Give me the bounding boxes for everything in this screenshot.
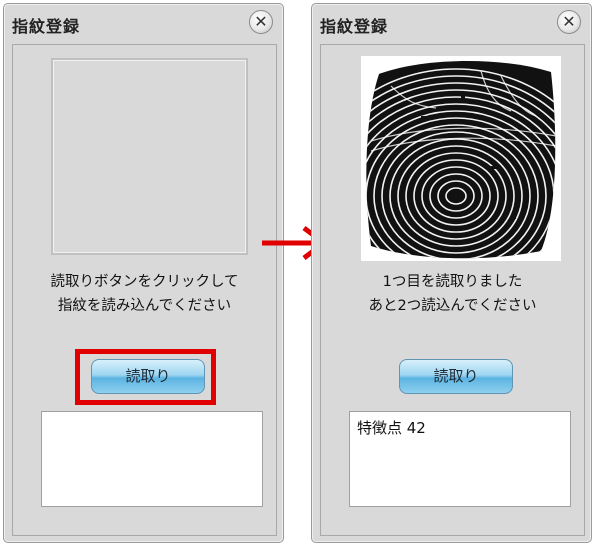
dialog-body: 1つ目を読取りました あと2つ読込んでください 読取り 特徴点 42 xyxy=(320,44,585,536)
feature-points-text: 特徴点 42 xyxy=(357,419,426,437)
fingerprint-dialog-before: 指紋登録 ✕ 読取りボタンをクリックして 指紋を読み込んでください 読取り xyxy=(3,3,284,543)
close-icon: ✕ xyxy=(254,12,268,31)
message-line-1: 読取りボタンをクリックして xyxy=(50,274,239,290)
message-line-2: あと2つ読込んでください xyxy=(368,298,537,314)
fingerprint-image xyxy=(361,56,561,261)
title-bar: 指紋登録 ✕ xyxy=(312,4,591,42)
instruction-message: 読取りボタンをクリックして 指紋を読み込んでください xyxy=(13,270,276,318)
fingerprint-icon xyxy=(366,60,556,259)
dialog-title: 指紋登録 xyxy=(320,17,389,36)
fingerprint-image-placeholder xyxy=(51,58,248,255)
message-line-2: 指紋を読み込んでください xyxy=(57,298,232,314)
close-button[interactable]: ✕ xyxy=(557,10,581,34)
fingerprint-dialog-after: 指紋登録 ✕ 1つ目を読取りました あと2つ読込んでください 読取り 特徴点 4… xyxy=(311,3,592,543)
read-button[interactable]: 読取り xyxy=(91,359,205,394)
read-button[interactable]: 読取り xyxy=(399,359,513,394)
status-message: 1つ目を読取りました あと2つ読込んでください xyxy=(321,270,584,318)
result-box: 特徴点 42 xyxy=(349,411,571,507)
dialog-body: 読取りボタンをクリックして 指紋を読み込んでください 読取り xyxy=(12,44,277,536)
result-box xyxy=(41,411,263,507)
close-button[interactable]: ✕ xyxy=(249,10,273,34)
close-icon: ✕ xyxy=(562,12,576,31)
title-bar: 指紋登録 ✕ xyxy=(4,4,283,42)
dialog-title: 指紋登録 xyxy=(12,17,81,36)
message-line-1: 1つ目を読取りました xyxy=(382,274,523,290)
